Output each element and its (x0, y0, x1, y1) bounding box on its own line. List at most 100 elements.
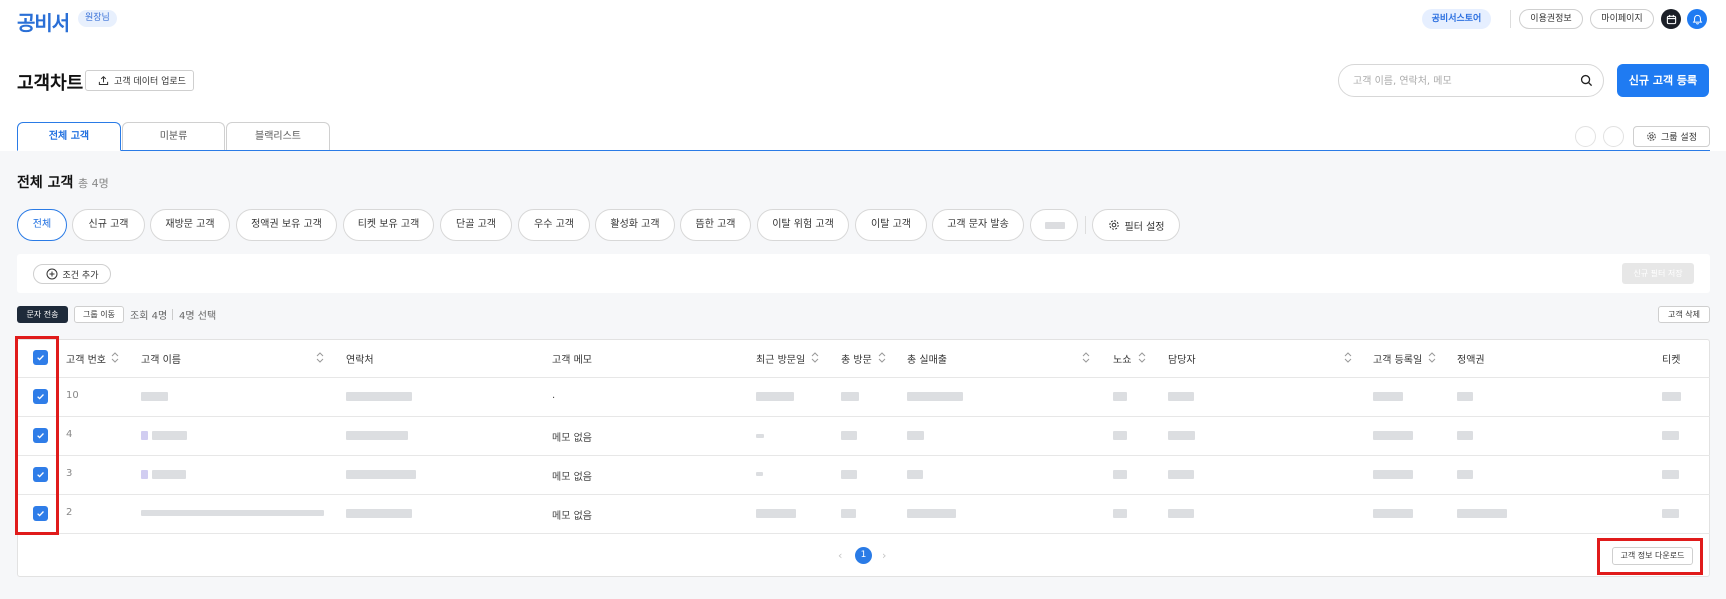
store-button[interactable]: 공비서스토어 (1422, 9, 1491, 29)
tabs-underline (17, 150, 1710, 151)
redacted-name (152, 470, 186, 479)
redacted-contact (346, 431, 408, 440)
search-input[interactable] (1353, 72, 1573, 90)
sort-icon[interactable] (316, 352, 324, 363)
delete-customer-button[interactable]: 고객 삭제 (1658, 306, 1710, 323)
column-header-ticket: 티켓 (1662, 355, 1681, 366)
sort-icon[interactable] (1344, 352, 1352, 363)
redacted-total-sales (907, 431, 924, 440)
row-divider-line (17, 494, 1710, 495)
group-settings-label: 그룹 설정 (1661, 133, 1697, 143)
redacted-contact (346, 470, 416, 479)
save-filter-button[interactable]: 신규 필터 저장 (1622, 263, 1694, 284)
mypage-button[interactable]: 마이페이지 (1590, 9, 1654, 29)
filter-chip-regular[interactable]: 단골 고객 (440, 209, 512, 241)
redacted-total-visits (841, 392, 859, 401)
search-box[interactable] (1338, 64, 1604, 97)
page-title: 고객차트 (17, 73, 84, 94)
customer-memo: 메모 없음 (552, 433, 592, 444)
column-header-total-visits: 총 방문 (841, 355, 872, 366)
filter-chip-new[interactable]: 신규 고객 (72, 209, 145, 241)
prev-page-icon[interactable]: ‹ (838, 549, 842, 562)
redacted-staff (1168, 509, 1194, 518)
sort-icon[interactable] (878, 352, 886, 363)
page-number-button[interactable]: 1 (855, 547, 872, 564)
customer-number: 10 (66, 390, 79, 401)
redacted-contact (346, 509, 412, 518)
upload-data-label: 고객 데이터 업로드 (114, 77, 186, 87)
next-page-icon[interactable]: › (882, 549, 886, 562)
filter-chip-churned[interactable]: 이탈 고객 (855, 209, 927, 241)
gear-icon (1108, 220, 1119, 230)
sort-icon[interactable] (1138, 352, 1146, 363)
redacted-contact (346, 392, 412, 401)
redacted-noshow (1113, 470, 1127, 479)
chip-divider (1085, 216, 1086, 234)
tab-unclassified[interactable]: 미분류 (122, 122, 225, 151)
calendar-icon[interactable] (1661, 9, 1681, 29)
sort-icon[interactable] (111, 352, 119, 363)
redacted-name (152, 431, 187, 440)
add-condition-button[interactable]: 조건 추가 (33, 264, 111, 284)
redacted-last-visit (756, 434, 764, 438)
redacted-noshow (1113, 509, 1127, 518)
upload-data-button[interactable]: 고객 데이터 업로드 (85, 70, 194, 91)
redacted-total-sales (907, 392, 963, 401)
bell-icon[interactable] (1687, 9, 1707, 29)
sort-icon[interactable] (811, 352, 819, 363)
column-header-memo: 고객 메모 (552, 355, 592, 366)
redacted-ticket (1662, 431, 1679, 440)
redacted-noshow (1113, 431, 1127, 440)
column-header-registered: 고객 등록일 (1373, 355, 1423, 366)
filter-chip-revisit[interactable]: 재방문 고객 (150, 209, 230, 241)
redacted-last-visit (756, 509, 796, 518)
upload-icon (98, 75, 109, 85)
add-condition-label: 조건 추가 (62, 270, 99, 281)
row-divider-line (17, 416, 1710, 417)
redacted-ticket (1662, 509, 1679, 518)
tab-prev-button[interactable] (1575, 126, 1596, 147)
customer-number: 2 (66, 507, 73, 518)
redacted-noshow (1113, 392, 1127, 401)
filter-chip-excellent[interactable]: 우수 고객 (518, 209, 590, 241)
filter-chip-sms[interactable]: 고객 문자 발송 (932, 209, 1024, 241)
app-logo[interactable]: 공비서 (17, 7, 70, 36)
header-divider (1510, 10, 1511, 28)
filter-chip-active[interactable]: 활성화 고객 (595, 209, 675, 241)
sort-icon[interactable] (1428, 352, 1436, 363)
redacted-last-visit (756, 472, 763, 476)
filter-chip-all[interactable]: 전체 (17, 209, 67, 241)
redacted-name (141, 392, 168, 401)
tab-blacklist[interactable]: 블랙리스트 (226, 122, 330, 151)
column-header-last-visit: 최근 방문일 (756, 355, 806, 366)
row-divider-line (17, 455, 1710, 456)
redacted-ticket (1662, 470, 1679, 479)
highlight-checkbox-column (15, 336, 59, 535)
column-header-staff: 담당자 (1168, 355, 1196, 366)
tab-all-customers[interactable]: 전체 고객 (17, 122, 121, 151)
filter-chip-infrequent[interactable]: 뜸한 고객 (680, 209, 751, 241)
new-customer-button[interactable]: 신규 고객 등록 (1617, 64, 1709, 97)
filter-settings-button[interactable]: 필터 설정 (1092, 209, 1180, 241)
plus-circle-icon (46, 268, 57, 280)
move-group-button[interactable]: 그룹 이동 (74, 306, 124, 323)
redacted-registered (1373, 392, 1403, 401)
filter-settings-label: 필터 설정 (1124, 221, 1165, 233)
condition-panel (17, 254, 1710, 293)
group-settings-button[interactable]: 그룹 설정 (1633, 126, 1710, 147)
send-sms-button[interactable]: 문자 전송 (17, 306, 68, 323)
redacted-total-visits (841, 470, 857, 479)
redacted-prepaid (1457, 431, 1473, 440)
filter-chip-ticket[interactable]: 티켓 보유 고객 (343, 209, 434, 241)
filter-chip-churn-risk[interactable]: 이탈 위험 고객 (757, 209, 849, 241)
filter-chip-hidden[interactable] (1030, 209, 1078, 241)
row-divider-line (17, 533, 1710, 534)
customer-memo: 메모 없음 (552, 511, 592, 522)
sort-icon[interactable] (1082, 352, 1090, 363)
customer-memo: 메모 없음 (552, 472, 592, 483)
tab-next-button[interactable] (1603, 126, 1624, 147)
column-header-number: 고객 번호 (66, 355, 106, 366)
search-icon[interactable] (1580, 74, 1593, 87)
plan-info-button[interactable]: 이용권정보 (1519, 9, 1583, 29)
filter-chip-prepaid[interactable]: 정액권 보유 고객 (236, 209, 337, 241)
